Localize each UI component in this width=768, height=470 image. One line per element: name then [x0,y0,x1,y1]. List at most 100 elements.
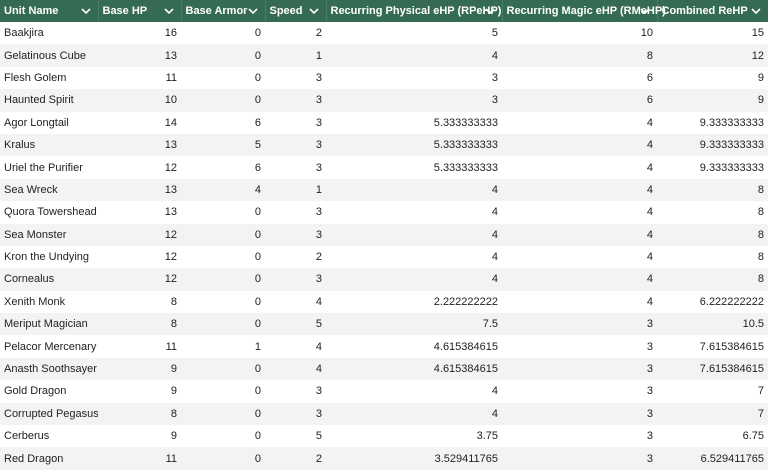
column-header-unit-name[interactable]: Unit Name [0,0,99,22]
column-header-base-hp[interactable]: Base HP [98,0,182,22]
table-row[interactable]: Kron the Undying 12 0 2 4 4 8 [0,245,768,269]
cell-unit-name: Haunted Spirit [4,94,74,107]
table-cell: 5.333333333 [433,116,498,129]
table-row[interactable]: Baakjira 16 0 2 5 10 15 [0,22,768,45]
table-row[interactable]: Red Dragon 11 0 2 3.529411765 3 6.529411765 [0,447,768,470]
table-cell: 1 [315,183,322,196]
table-cell: 13 [164,139,177,152]
table-cell: 4 [646,228,653,241]
table-cell: 6 [646,71,653,84]
table-row[interactable]: Agor Longtail 14 6 3 5.333333333 4 9.333333333 [0,111,768,134]
column-header-base-armor[interactable]: Base Armor [181,0,266,22]
cell-unit-name: Baakjira [4,27,44,40]
table-cell: 3 [646,340,653,353]
table-body: Baakjira 16 0 2 5 10 15 Gelatinous Cube 13 0 1 4 8 12… [0,22,768,470]
table-cell: 4 [646,183,653,196]
table-cell: 12 [164,161,177,174]
table-row[interactable]: Gold Dragon 9 0 3 4 3 7 [0,380,768,403]
table-cell: 9.333333333 [699,139,764,152]
table-cell: 9 [757,94,764,107]
table-cell: 15 [751,27,764,40]
cell-unit-name: Red Dragon [4,452,64,465]
cell-unit-name: Corrupted Pegasus [4,407,98,420]
cell-unit-name: Anasth Soothsayer [4,363,97,376]
table-cell: 3 [646,318,653,331]
table-cell: 4 [491,206,498,219]
chevron-down-icon[interactable] [749,4,763,18]
chevron-down-icon[interactable] [246,4,260,18]
table-cell: 0 [254,295,261,308]
table-cell: 7.615384615 [699,363,764,376]
table-cell: 6 [254,161,261,174]
cell-unit-name: Gelatinous Cube [4,49,86,62]
table-row[interactable]: Sea Wreck 13 4 1 4 4 8 [0,178,768,202]
table-cell: 0 [254,407,261,420]
cell-unit-name: Quora Towershead [4,206,97,219]
table-row[interactable]: Anasth Soothsayer 9 0 4 4.615384615 3 7.615384… [0,357,768,381]
cell-unit-name: Sea Monster [4,228,67,241]
table-cell: 8 [757,206,764,219]
chevron-down-icon[interactable] [638,4,652,18]
table-cell: 4 [491,273,498,286]
table-cell: 4 [254,183,261,196]
table-row[interactable]: Sea Monster 12 0 3 4 4 8 [0,223,768,246]
table-row[interactable]: Quora Towershead 13 0 3 4 4 8 [0,201,768,224]
table-cell: 9 [170,363,177,376]
table-cell: 4.615384615 [433,363,498,376]
table-cell: 0 [254,318,261,331]
table-cell: 4 [315,340,322,353]
column-header-combined-rehp[interactable]: Combined ReHP [657,0,768,22]
table-row[interactable]: Xenith Monk 8 0 4 2.222222222 4 6.222222222 [0,290,768,314]
table-row[interactable]: Gelatinous Cube 13 0 1 4 8 12 [0,44,768,67]
column-header-speed[interactable]: Speed [265,0,327,22]
table-cell: 2 [315,452,322,465]
table-cell: 0 [254,206,261,219]
table-cell: 11 [165,340,177,353]
chevron-down-icon[interactable] [307,4,321,18]
table-cell: 4 [646,139,653,152]
chevron-down-icon[interactable] [79,4,93,18]
table-row[interactable]: Meriput Magician 8 0 5 7.5 3 10.5 [0,313,768,336]
cell-unit-name: Pelacor Mercenary [4,340,97,353]
table-row[interactable]: Cerberus 9 0 5 3.75 3 6.75 [0,425,768,448]
table-cell: 0 [254,49,261,62]
table-cell: 6.222222222 [699,295,764,308]
table-row[interactable]: Uriel the Purifier 12 6 3 5.333333333 4 9.3333… [0,156,768,179]
table-row[interactable]: Corrupted Pegasus 8 0 3 4 3 7 [0,402,768,426]
table-cell: 0 [254,363,261,376]
cell-unit-name: Sea Wreck [4,183,58,196]
table-cell: 3 [646,407,653,420]
cell-unit-name: Kron the Undying [4,251,89,264]
cell-unit-name: Meriput Magician [4,318,88,331]
column-header-rpehp[interactable]: Recurring Physical eHP (RPeHP) [326,0,503,22]
table-cell: 3.75 [476,430,498,443]
table-cell: 1 [254,340,261,353]
table-row[interactable]: Pelacor Mercenary 11 1 4 4.615384615 3 7.61538… [0,335,768,358]
table-cell: 2 [315,27,322,40]
table-cell: 3 [646,452,653,465]
table-row[interactable]: Flesh Golem 11 0 3 3 6 9 [0,66,768,90]
chevron-down-icon[interactable] [483,4,497,18]
table-cell: 10 [164,94,177,107]
table-row[interactable]: Haunted Spirit 10 0 3 3 6 9 [0,89,768,112]
table-cell: 4 [646,116,653,129]
table-cell: 3 [491,71,498,84]
table-cell: 9 [170,430,177,443]
chevron-down-icon[interactable] [162,4,176,18]
table-cell: 3 [646,363,653,376]
table-cell: 3 [491,94,498,107]
unit-stats-table: Unit Name Base HP Base Armor Speed Recur… [0,0,768,470]
table-cell: 3 [315,206,322,219]
table-cell: 14 [164,116,177,129]
table-row[interactable]: Cornealus 12 0 3 4 4 8 [0,268,768,291]
table-row[interactable]: Kralus 13 5 3 5.333333333 4 9.333333333 [0,133,768,157]
table-cell: 1 [315,49,322,62]
table-cell: 5 [315,318,322,331]
column-header-rmehp[interactable]: Recurring Magic eHP (RMeHP) [502,0,666,22]
cell-unit-name: Cerberus [4,430,50,443]
cell-unit-name: Uriel the Purifier [4,161,83,174]
table-cell: 5 [491,27,498,40]
table-cell: 2 [315,251,322,264]
table-cell: 6 [646,94,653,107]
table-cell: 4 [491,385,498,398]
